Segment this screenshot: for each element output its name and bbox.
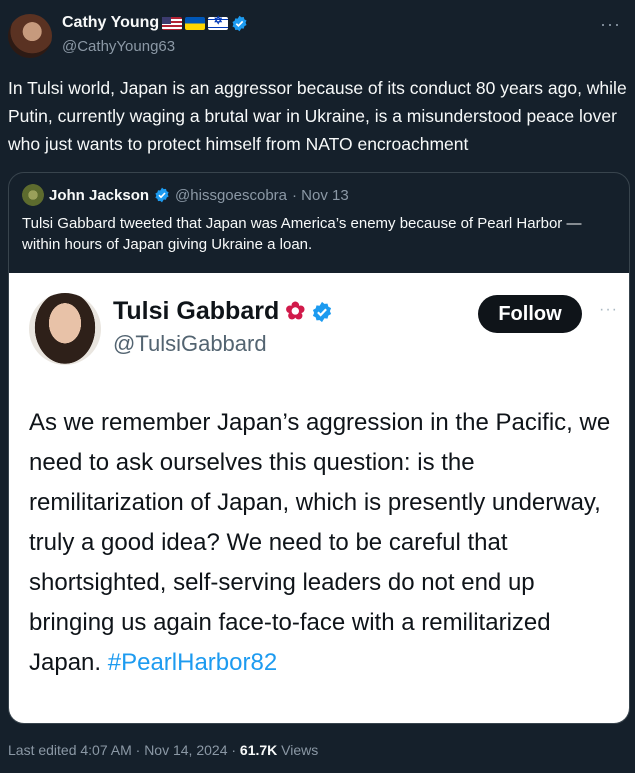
- quoted-tweet-text: Tulsi Gabbard tweeted that Japan was Ame…: [22, 215, 582, 253]
- embedded-tweet-screenshot[interactable]: Tulsi Gabbard ✿ @TulsiGabbard Follow ···…: [9, 273, 629, 723]
- embedded-more-options-icon: ···: [599, 301, 618, 318]
- author-avatar[interactable]: [8, 14, 52, 58]
- hashtag-link: #PearlHarbor82: [107, 649, 278, 676]
- tweet-footer: Last edited 4:07 AM · Nov 14, 2024 · 61.…: [8, 742, 318, 758]
- verified-badge-icon: [313, 301, 332, 322]
- ukraine-flag-icon: [185, 16, 206, 30]
- embedded-tweet-text: As we remember Japan’s aggression in the…: [29, 403, 624, 683]
- quoted-author-handle[interactable]: @hissgoescobra: [175, 187, 287, 204]
- quoted-tweet[interactable]: John Jackson @hissgoescobra · Nov 13 Tul…: [8, 172, 630, 724]
- us-flag-icon: [162, 16, 183, 30]
- embedded-author-avatar: [29, 293, 101, 365]
- views-label: Views: [277, 742, 319, 758]
- embedded-author-handle: @TulsiGabbard: [113, 331, 267, 356]
- israel-flag-icon: [208, 14, 229, 30]
- author-handle[interactable]: @CathyYoung63: [62, 38, 175, 55]
- embedded-author-name: Tulsi Gabbard: [113, 297, 280, 325]
- edited-timestamp[interactable]: Last edited 4:07 AM · Nov 14, 2024 ·: [8, 742, 240, 758]
- embedded-author-name-row: Tulsi Gabbard ✿: [113, 297, 333, 326]
- quoted-author-name[interactable]: John Jackson: [49, 187, 149, 204]
- quoted-author-avatar[interactable]: [22, 184, 44, 206]
- author-name-row: Cathy Young: [62, 14, 248, 32]
- verified-badge-icon: [155, 187, 169, 203]
- author-name[interactable]: Cathy Young: [62, 14, 159, 32]
- quoted-tweet-date[interactable]: · Nov 13: [292, 187, 349, 204]
- verified-badge-icon: [232, 15, 247, 31]
- embedded-tweet-body: As we remember Japan’s aggression in the…: [29, 409, 611, 676]
- follow-button: Follow: [478, 295, 582, 333]
- views-count: 61.7K: [239, 742, 278, 758]
- more-options-icon[interactable]: ···: [600, 14, 621, 35]
- hibiscus-icon: ✿: [285, 298, 306, 325]
- tweet-text: In Tulsi world, Japan is an aggressor be…: [8, 78, 627, 154]
- quoted-tweet-header: John Jackson @hissgoescobra · Nov 13: [22, 184, 349, 206]
